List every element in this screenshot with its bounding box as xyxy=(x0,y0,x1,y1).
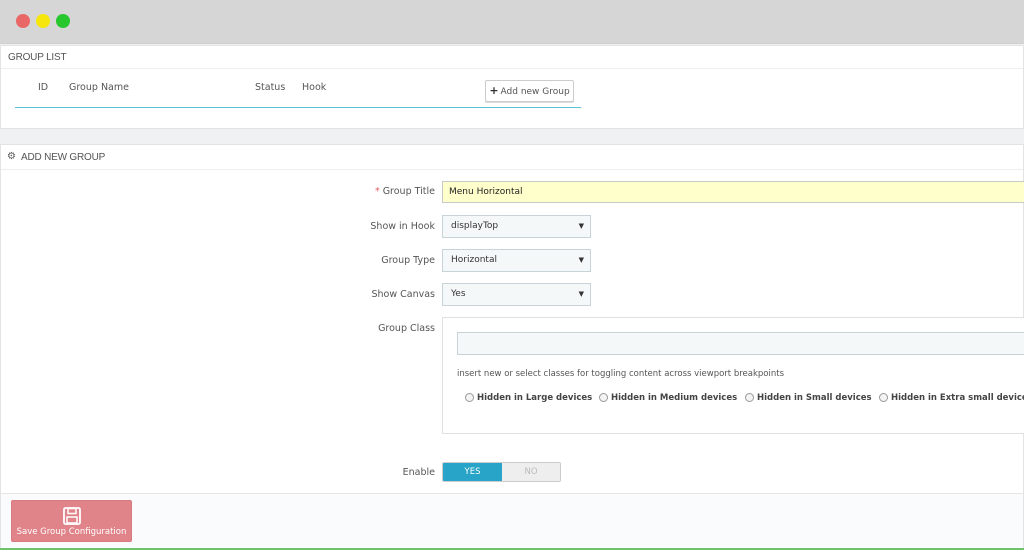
minimize-window-button[interactable] xyxy=(36,14,50,28)
chevron-down-icon: ▼ xyxy=(578,256,584,264)
show-canvas-label: Show Canvas xyxy=(371,289,435,300)
required-mark: * xyxy=(374,186,380,197)
show-canvas-select[interactable]: Yes ▼ xyxy=(442,283,591,306)
enable-no-option[interactable]: NO xyxy=(502,463,560,481)
panel-footer xyxy=(1,493,1023,548)
column-header-id[interactable]: ID xyxy=(38,82,48,93)
group-class-label: Group Class xyxy=(378,323,435,334)
show-in-hook-value: displayTop xyxy=(451,221,499,231)
group-type-select[interactable]: Horizontal ▼ xyxy=(442,249,591,272)
window-titlebar xyxy=(0,0,1024,44)
close-window-button[interactable] xyxy=(16,14,30,28)
save-icon xyxy=(63,507,81,525)
group-type-value: Horizontal xyxy=(451,255,497,265)
group-list-panel: GROUP LIST ID Group Name Status Hook + Ad… xyxy=(0,45,1024,129)
maximize-window-button[interactable] xyxy=(56,14,70,28)
group-class-input[interactable] xyxy=(457,332,1024,355)
column-header-hook[interactable]: Hook xyxy=(302,82,326,93)
hidden-medium-radio[interactable] xyxy=(599,393,608,402)
enable-toggle[interactable]: YES NO xyxy=(442,462,561,482)
group-class-box: insert new or select classes for togglin… xyxy=(442,317,1024,434)
show-canvas-value: Yes xyxy=(451,289,466,299)
save-group-configuration-button[interactable]: Save Group Configuration xyxy=(11,500,132,542)
column-header-status[interactable]: Status xyxy=(255,82,285,93)
group-title-label-text: Group Title xyxy=(382,186,435,197)
hidden-extra-small-label[interactable]: Hidden in Extra small devices xyxy=(891,393,1024,404)
hidden-small-radio[interactable] xyxy=(745,393,754,402)
chevron-down-icon: ▼ xyxy=(578,222,584,230)
add-new-group-panel: ⚙ ADD NEW GROUP * Group Title Menu Horizo… xyxy=(0,144,1024,548)
show-in-hook-label: Show in Hook xyxy=(370,221,435,232)
enable-label: Enable xyxy=(402,467,435,478)
table-header-divider xyxy=(15,107,581,108)
hidden-small-label[interactable]: Hidden in Small devices xyxy=(757,393,872,404)
hidden-medium-label[interactable]: Hidden in Medium devices xyxy=(611,393,737,404)
add-new-group-heading: ADD NEW GROUP xyxy=(1,145,1023,170)
hidden-large-radio[interactable] xyxy=(465,393,474,402)
add-new-group-label: Add new Group xyxy=(500,87,570,97)
hidden-large-label[interactable]: Hidden in Large devices xyxy=(477,393,592,404)
group-title-label: * Group Title xyxy=(295,186,435,197)
plus-icon: + xyxy=(489,84,499,97)
show-in-hook-select[interactable]: displayTop ▼ xyxy=(442,215,591,238)
column-header-group-name[interactable]: Group Name xyxy=(69,82,129,93)
group-title-input[interactable]: Menu Horizontal xyxy=(442,181,1024,203)
group-class-help-text: insert new or select classes for togglin… xyxy=(457,369,785,379)
enable-yes-option[interactable]: YES xyxy=(443,463,502,481)
chevron-down-icon: ▼ xyxy=(578,290,584,298)
group-list-heading: GROUP LIST xyxy=(1,46,1023,69)
hidden-extra-small-radio[interactable] xyxy=(879,393,888,402)
group-type-label: Group Type xyxy=(381,255,435,266)
save-group-configuration-label: Save Group Configuration xyxy=(16,527,127,537)
add-new-group-button[interactable]: + Add new Group xyxy=(485,80,574,102)
